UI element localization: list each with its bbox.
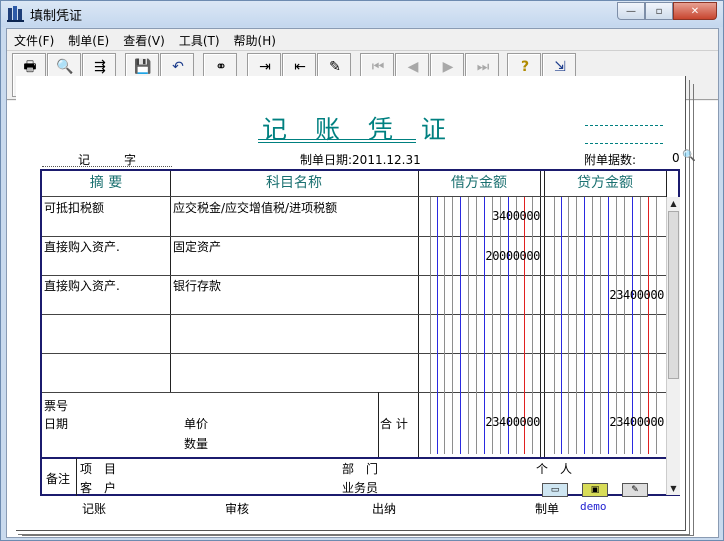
total-credit: 23400000	[609, 415, 664, 429]
scroll-down-arrow-icon[interactable]: ▼	[667, 482, 680, 495]
prev-page-icon: ◀	[407, 59, 419, 75]
menu-tools[interactable]: 工具(T)	[172, 29, 227, 50]
voucher-table: 摘 要 科目名称 借方金额 贷方金额 可抵扣税额 应交税金/应交增值税/进项税额…	[40, 169, 680, 497]
menu-file[interactable]: 文件(F)	[7, 29, 61, 50]
row1-account[interactable]: 应交税金/应交增值税/进项税额	[173, 199, 337, 216]
customer-label: 客 户	[80, 481, 117, 495]
pencil-edit-icon[interactable]: ✎	[622, 483, 648, 497]
header-summary: 摘 要	[89, 175, 123, 191]
row-divider	[42, 353, 666, 354]
last-page-icon: ⏭	[476, 59, 490, 75]
delete-row-icon: ⇤	[294, 59, 306, 75]
quantity-label: 数量	[184, 437, 209, 451]
title-bar: 填制凭证 — ▫ ✕	[1, 1, 723, 27]
preview-icon: 🔍	[56, 59, 74, 75]
total-debit: 23400000	[485, 415, 540, 429]
person-label: 个 人	[536, 462, 573, 476]
row1-summary[interactable]: 可抵扣税额	[44, 199, 104, 216]
project-label: 项 目	[80, 462, 117, 476]
column-divider	[378, 392, 379, 457]
row-divider	[42, 457, 666, 459]
header-debit: 借方金额	[451, 175, 507, 191]
insert-row-icon: ⇥	[259, 59, 271, 75]
row3-credit[interactable]: 23400000	[554, 288, 664, 302]
column-divider	[170, 171, 171, 393]
row-divider	[42, 392, 666, 393]
signature-cashier: 出纳	[372, 502, 397, 516]
voucher-date[interactable]: 制单日期:2011.12.31	[300, 151, 421, 168]
row3-summary[interactable]: 直接购入资产.	[44, 277, 120, 294]
row-divider	[42, 196, 666, 197]
save-icon: 💾	[134, 59, 152, 75]
total-label: 合 计	[380, 417, 408, 431]
signature-maker: 制单	[535, 502, 560, 516]
window-title: 填制凭证	[30, 9, 83, 24]
notes-divider	[76, 458, 77, 496]
binoculars-icon: ⚭	[215, 59, 227, 75]
minimize-button[interactable]: —	[617, 2, 645, 20]
unit-price-label: 单价	[184, 417, 209, 431]
row-divider	[42, 275, 666, 276]
menu-bar: 文件(F) 制单(E) 查看(V) 工具(T) 帮助(H)	[7, 29, 718, 50]
dashed-line	[585, 143, 663, 144]
dashed-line	[585, 125, 663, 126]
scroll-thumb[interactable]	[668, 211, 679, 379]
export-icon: ⇶	[94, 59, 106, 75]
help-icon: ?	[520, 59, 530, 75]
signature-review: 审核	[225, 502, 250, 516]
magnifier-icon[interactable]: 🔍	[682, 149, 696, 163]
header-account: 科目名称	[266, 175, 322, 191]
salesperson-label: 业务员	[342, 481, 379, 495]
menu-view[interactable]: 查看(V)	[116, 29, 172, 50]
first-page-icon: ⏮	[371, 59, 385, 75]
app-icon	[7, 6, 24, 22]
menu-help[interactable]: 帮助(H)	[227, 29, 283, 50]
row3-account[interactable]: 银行存款	[173, 277, 221, 294]
department-label: 部 门	[342, 462, 379, 476]
vertical-scrollbar[interactable]: ▲ ▼	[666, 197, 680, 495]
printer-icon: 🖶	[23, 59, 37, 75]
row2-debit[interactable]: 20000000	[430, 249, 540, 263]
scroll-up-arrow-icon[interactable]: ▲	[667, 197, 680, 210]
title-underline	[258, 139, 416, 140]
card-icon[interactable]: ▭	[542, 483, 568, 497]
row2-summary[interactable]: 直接购入资产.	[44, 238, 120, 255]
title-underline	[258, 142, 416, 143]
ticket-date-label: 日期	[44, 417, 69, 431]
maximize-button[interactable]: ▫	[645, 2, 673, 20]
undo-icon: ↶	[172, 59, 184, 75]
maker-name: demo	[580, 500, 607, 513]
attachments-label: 附单据数:	[584, 153, 637, 167]
ticket-number-label: 票号	[44, 399, 69, 413]
row2-account[interactable]: 固定资产	[173, 238, 221, 255]
row1-debit[interactable]: 3400000	[430, 209, 540, 223]
signature-bookkeeping: 记账	[82, 502, 107, 516]
id-card-icon[interactable]: ▣	[582, 483, 608, 497]
row-divider	[42, 314, 666, 315]
header-credit: 贷方金额	[577, 175, 633, 191]
notes-label: 备注	[46, 472, 71, 486]
voucher-type-underline	[42, 166, 172, 167]
attachments-count[interactable]: 0	[672, 151, 680, 165]
voucher-title: 记 账 凭 证	[262, 115, 456, 144]
close-button[interactable]: ✕	[673, 2, 717, 20]
next-page-icon: ▶	[442, 59, 454, 75]
menu-voucher[interactable]: 制单(E)	[61, 29, 116, 50]
row-divider	[42, 236, 666, 237]
pencil-icon: ✎	[329, 59, 341, 75]
exit-door-icon: ⇲	[554, 59, 566, 75]
